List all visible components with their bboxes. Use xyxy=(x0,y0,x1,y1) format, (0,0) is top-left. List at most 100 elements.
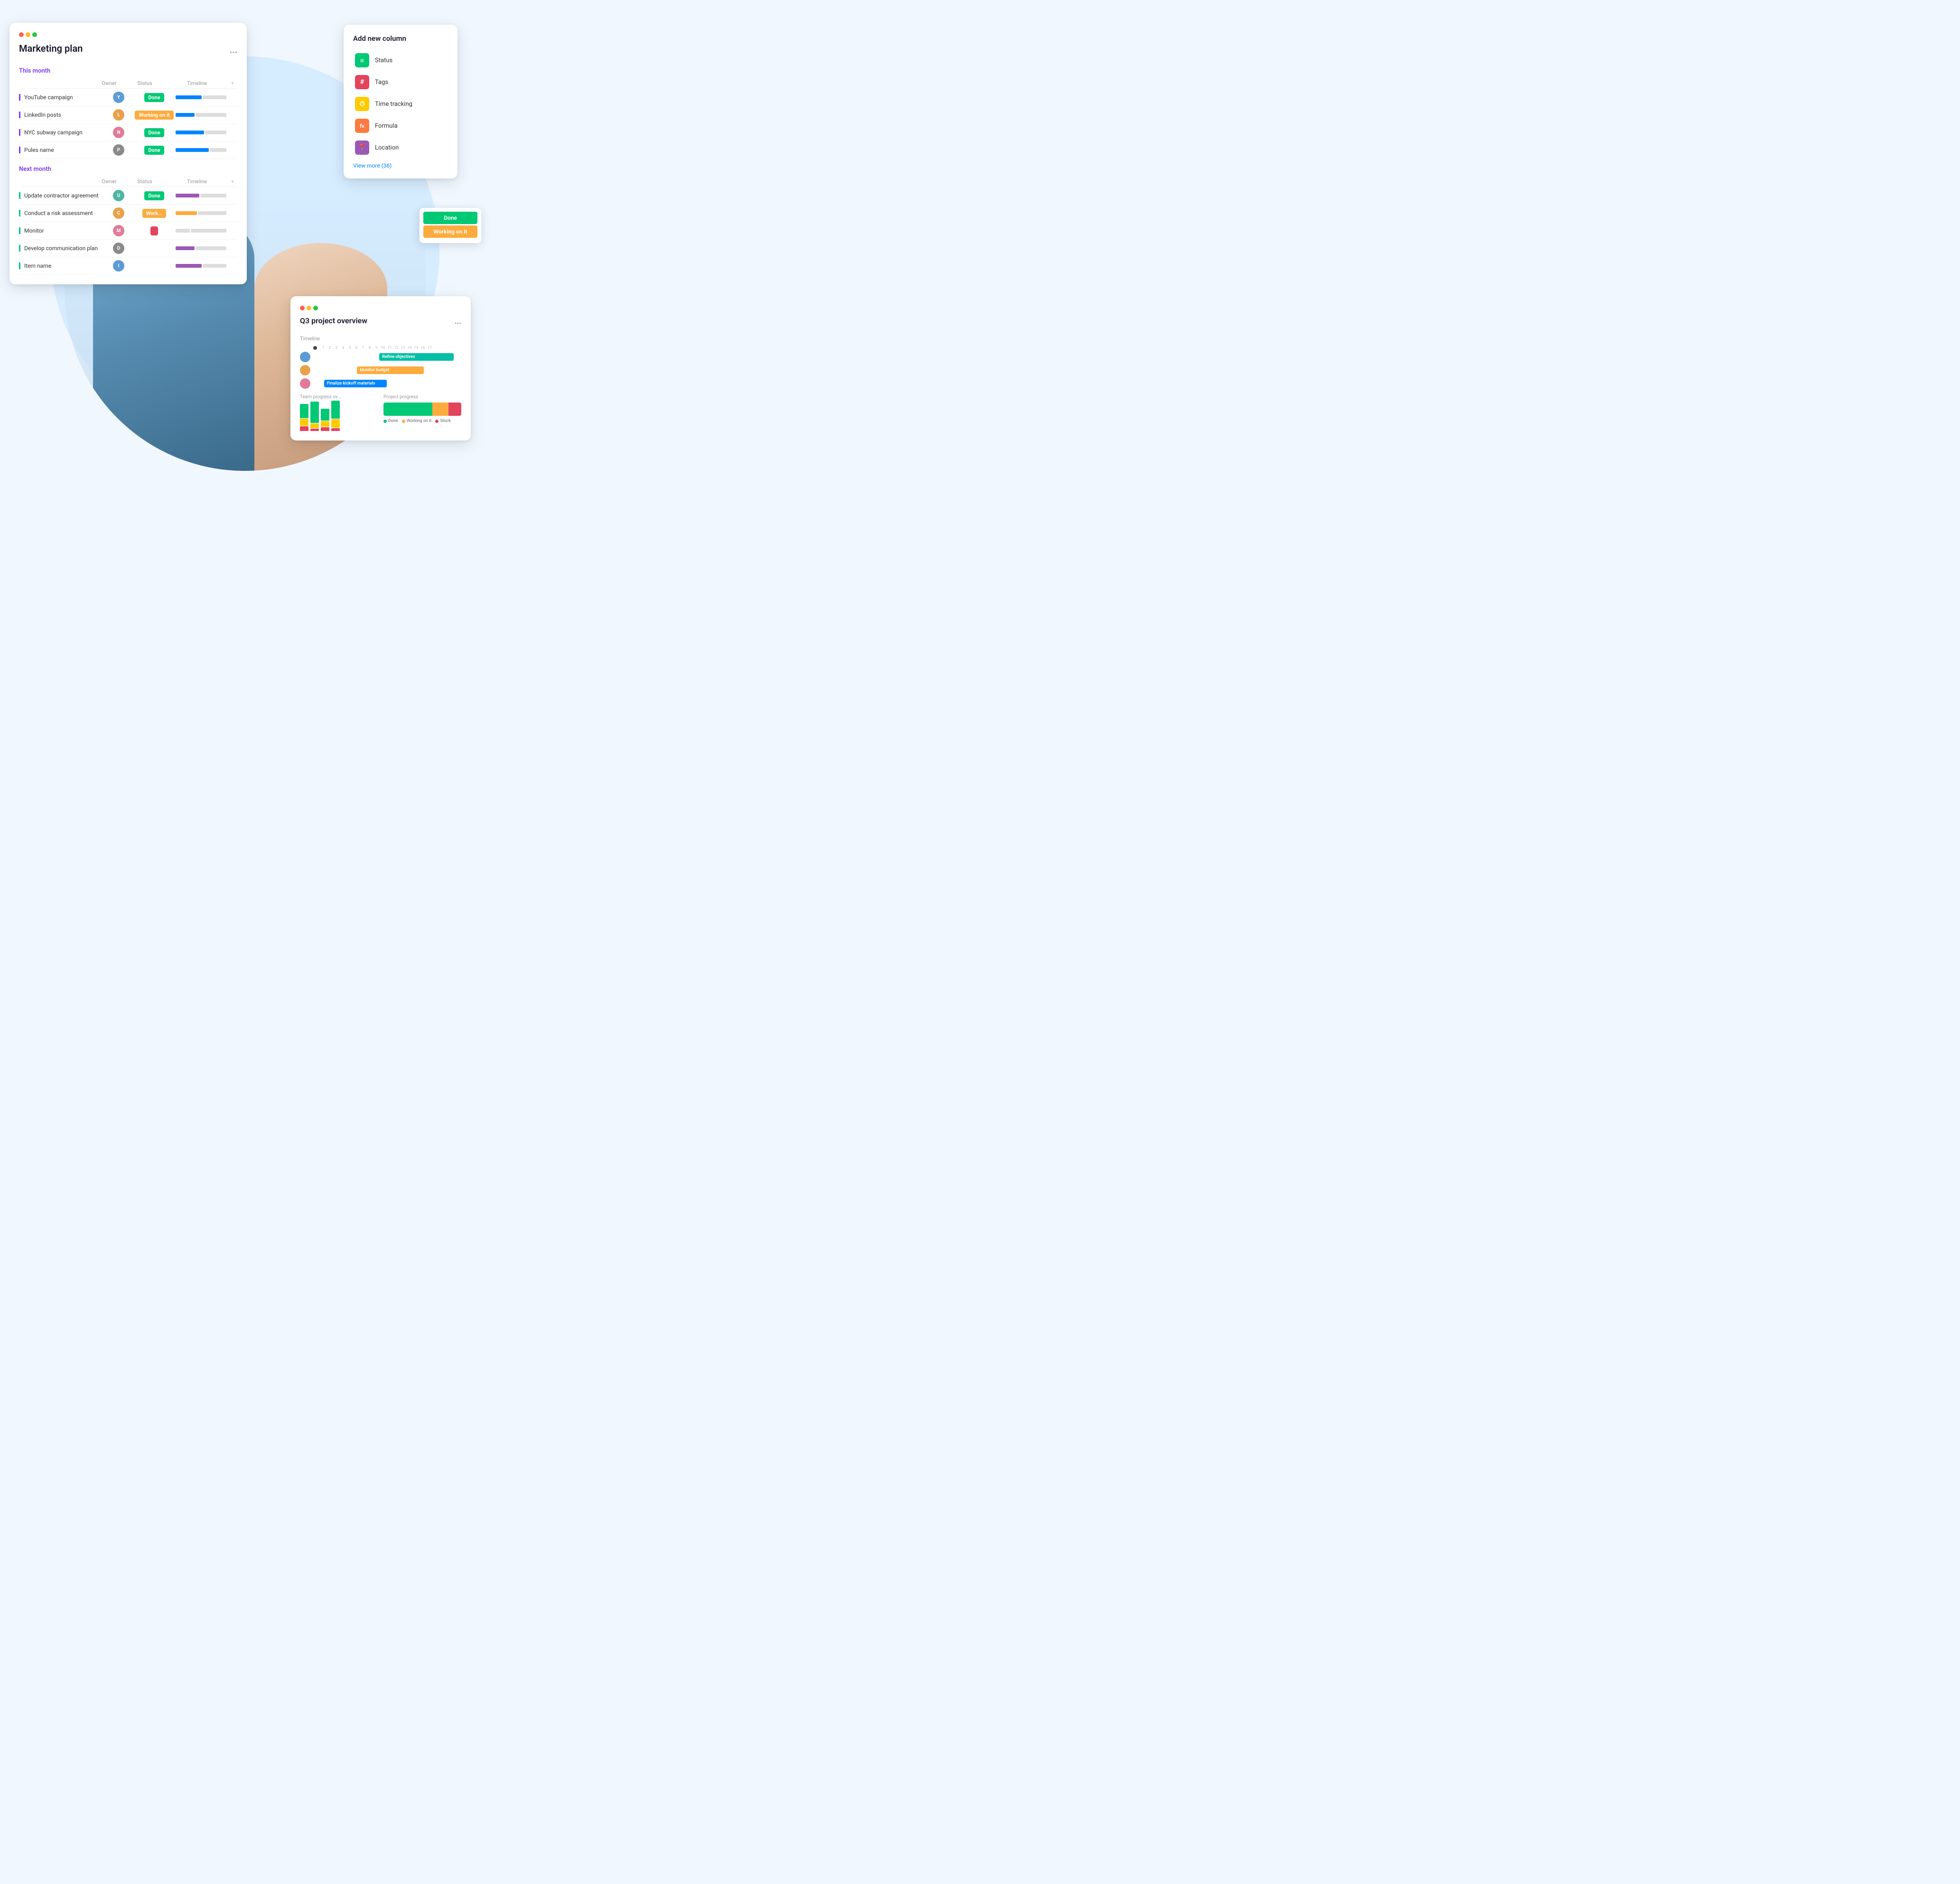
table-header-this-month: Owner Status Timeline + xyxy=(19,78,237,89)
bar-segment-yellow xyxy=(331,419,340,428)
minimize-dot-q3 xyxy=(307,306,311,310)
status-option-done[interactable]: Done xyxy=(423,212,477,224)
table-row[interactable]: Update contractor agreement U Done xyxy=(19,187,237,205)
avatar: D xyxy=(113,243,124,254)
avatar: U xyxy=(113,190,124,201)
close-dot-q3 xyxy=(300,306,305,310)
close-dot xyxy=(19,32,24,37)
avatar: C xyxy=(113,207,124,219)
bar-column xyxy=(321,409,329,431)
avatar: L xyxy=(113,109,124,121)
bar-segment-green xyxy=(310,402,319,423)
bar-segment-red xyxy=(300,426,308,431)
table-row[interactable]: Develop communication plan D xyxy=(19,240,237,257)
timeline-cell xyxy=(176,113,237,117)
ruler-mark: 1 xyxy=(320,346,327,350)
avatar: P xyxy=(113,144,124,156)
status-cell[interactable]: Done xyxy=(133,147,176,153)
row-contractor: Update contractor agreement xyxy=(19,192,104,199)
col-status-header: Status xyxy=(123,178,166,185)
row-avatar: N xyxy=(104,127,133,138)
bar-column xyxy=(310,402,319,431)
q3-overview-card: Q3 project overview ••• Timeline 1 2 3 4… xyxy=(290,296,471,441)
q3-more-button[interactable]: ••• xyxy=(455,320,461,328)
bar-segment-yellow xyxy=(310,423,319,428)
row-avatar: D xyxy=(104,243,133,254)
gantt-row-refine: Refine objectives xyxy=(300,352,461,362)
ruler-mark: 14 xyxy=(406,346,413,350)
timeline-cell xyxy=(176,194,237,197)
window-controls-q3 xyxy=(300,306,461,310)
gantt-bar-container: Monitor budget xyxy=(312,366,461,374)
row-avatar: L xyxy=(104,109,133,121)
table-row[interactable]: NYC subway campaign N Done xyxy=(19,124,237,141)
this-month-label: This month xyxy=(19,67,237,75)
column-label-tags: Tags xyxy=(375,79,388,86)
tags-icon: # xyxy=(355,75,369,89)
table-row[interactable]: Item name I xyxy=(19,257,237,275)
avatar: N xyxy=(113,127,124,138)
maximize-dot xyxy=(32,32,37,37)
column-type-formula[interactable]: fx Formula xyxy=(353,115,448,137)
timeline-cell xyxy=(176,131,237,134)
gantt-avatar xyxy=(300,365,310,375)
timeline-cell xyxy=(176,264,237,268)
status-badge-stuck xyxy=(150,226,158,235)
row-monitor: Monitor xyxy=(19,227,104,234)
gantt-avatar xyxy=(300,352,310,362)
bar-column xyxy=(300,404,308,431)
row-pules: Pules name xyxy=(19,147,104,153)
status-badge-done: Done xyxy=(144,93,164,102)
status-cell[interactable]: Done xyxy=(133,192,176,199)
legend-stuck: Stuck xyxy=(435,419,451,423)
column-type-time-tracking[interactable]: ⏱ Time tracking xyxy=(353,93,448,115)
status-cell[interactable]: Working on it xyxy=(133,112,176,118)
table-row[interactable]: Pules name P Done xyxy=(19,141,237,159)
column-type-location[interactable]: 📍 Location xyxy=(353,137,448,159)
col-owner-header: Owner xyxy=(95,80,123,86)
row-communication: Develop communication plan xyxy=(19,245,104,252)
status-cell[interactable]: Work... xyxy=(133,210,176,216)
timeline-cell xyxy=(176,246,237,250)
status-badge-working: Working on it xyxy=(135,111,173,120)
table-row[interactable]: LinkedIn posts L Working on it xyxy=(19,106,237,124)
add-column-title: Add new column xyxy=(353,34,448,43)
project-progress-label: Project progress xyxy=(383,394,461,400)
column-type-tags[interactable]: # Tags xyxy=(353,71,448,93)
add-column-button-2[interactable]: + xyxy=(228,178,237,185)
table-row[interactable]: Monitor M xyxy=(19,222,237,240)
row-avatar: M xyxy=(104,225,133,236)
status-cell[interactable]: Done xyxy=(133,94,176,101)
bar-segment-green xyxy=(331,401,340,419)
marketing-card-title: Marketing plan xyxy=(19,43,83,54)
timeline-cell xyxy=(176,95,237,99)
ruler-mark: 3 xyxy=(333,346,340,350)
row-youtube-campaign: YouTube campaign xyxy=(19,94,104,101)
timeline-section-label: Timeline xyxy=(300,336,461,342)
ruler-mark: 11 xyxy=(386,346,393,350)
row-item-name: Item name xyxy=(19,262,104,269)
bar-segment-yellow xyxy=(300,419,308,426)
table-header-next-month: Owner Status Timeline + xyxy=(19,177,237,187)
time-tracking-icon: ⏱ xyxy=(355,97,369,111)
row-risk: Conduct a risk assessment xyxy=(19,210,104,216)
table-row[interactable]: YouTube campaign Y Done xyxy=(19,89,237,106)
status-cell[interactable]: Done xyxy=(133,129,176,136)
bar-segment-red xyxy=(331,428,340,431)
view-more-link[interactable]: View more (36) xyxy=(353,162,448,169)
status-cell[interactable] xyxy=(133,227,176,234)
bar-segment-red xyxy=(321,427,329,431)
row-nyc: NYC subway campaign xyxy=(19,129,104,136)
avatar: I xyxy=(113,260,124,272)
legend-dot-stuck xyxy=(435,420,439,423)
marketing-card-more-button[interactable]: ••• xyxy=(230,48,237,57)
add-column-button[interactable]: + xyxy=(228,80,237,86)
table-row[interactable]: Conduct a risk assessment C Work... xyxy=(19,205,237,222)
status-option-working[interactable]: Working on it xyxy=(423,225,477,238)
ruler-mark: 8 xyxy=(366,346,373,350)
column-type-status[interactable]: ≡ Status xyxy=(353,49,448,71)
timeline-cell xyxy=(176,148,237,152)
col-timeline-header: Timeline xyxy=(166,178,228,185)
status-badge-done: Done xyxy=(144,146,164,155)
q3-card-title: Q3 project overview xyxy=(300,316,367,325)
